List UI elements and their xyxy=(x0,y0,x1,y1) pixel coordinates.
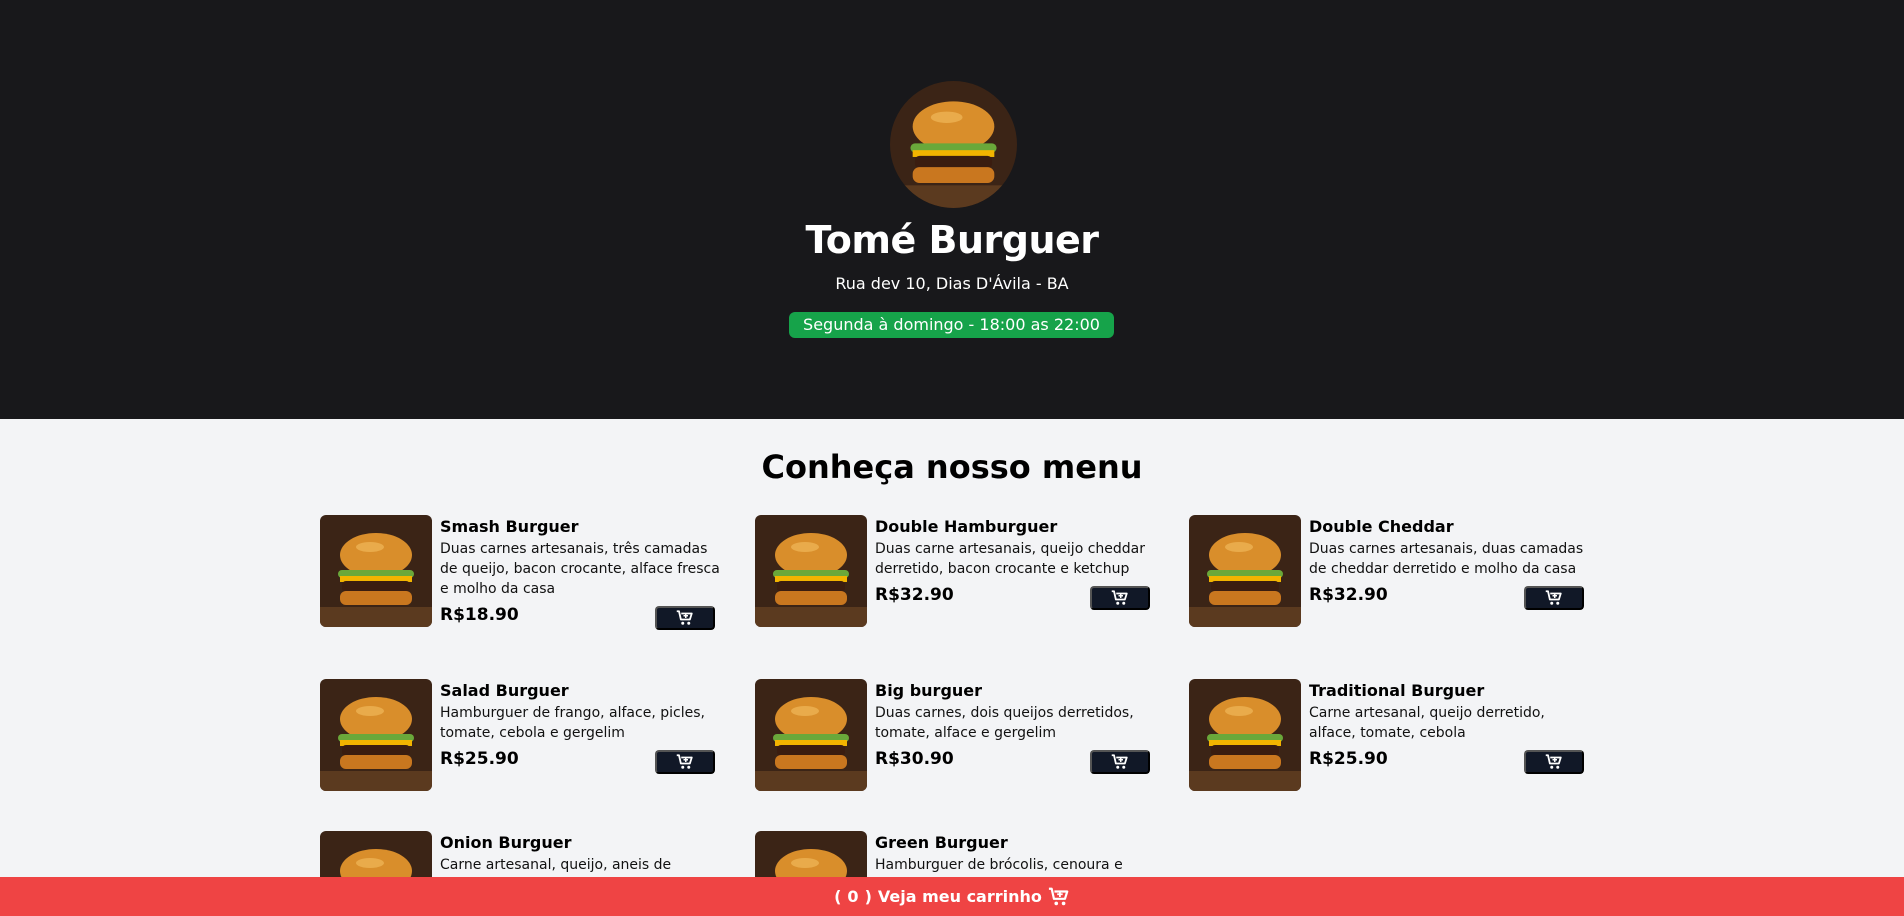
menu-item-price: R$30.90 xyxy=(875,749,954,769)
menu-item-description: Hamburguer de frango, alface, picles, to… xyxy=(440,705,705,741)
menu-item-description: Duas carne artesanais, queijo cheddar de… xyxy=(875,541,1146,577)
cart-footer-button[interactable]: ( 0 ) Veja meu carrinho xyxy=(0,877,1904,916)
burger-logo-image xyxy=(890,81,1017,208)
hero-header: Tomé Burguer Rua dev 10, Dias D'Ávila - … xyxy=(0,0,1904,419)
cart-label: Veja meu carrinho xyxy=(877,887,1042,906)
burger-image xyxy=(1189,515,1301,627)
cart-icon xyxy=(1545,753,1563,771)
menu-item-price: R$18.90 xyxy=(440,605,519,625)
add-to-cart-button[interactable] xyxy=(1524,750,1584,774)
menu-item-price: R$25.90 xyxy=(440,749,519,769)
menu-item-description: Hamburguer de brócolis, cenoura e xyxy=(875,857,1123,873)
add-to-cart-button[interactable] xyxy=(655,750,715,774)
menu-item-price: R$25.90 xyxy=(1309,749,1388,769)
menu-item-name: Onion Burguer xyxy=(440,833,572,852)
menu-item-name: Double Cheddar xyxy=(1309,517,1454,536)
cart-icon xyxy=(1545,589,1563,607)
menu-item-name: Big burguer xyxy=(875,681,983,700)
menu-item-description: Duas carnes artesanais, três camadas de … xyxy=(440,541,720,597)
burger-image xyxy=(755,515,867,627)
add-to-cart-button[interactable] xyxy=(1090,586,1150,610)
cart-count: 0 xyxy=(847,887,859,906)
restaurant-title: Tomé Burguer xyxy=(805,218,1099,262)
add-to-cart-button[interactable] xyxy=(655,606,715,630)
burger-image xyxy=(320,679,432,791)
cart-icon xyxy=(1111,589,1129,607)
menu-item-name: Green Burguer xyxy=(875,833,1008,852)
menu-item-price: R$32.90 xyxy=(875,585,954,605)
menu-item-name: Double Hamburguer xyxy=(875,517,1058,536)
menu-title: Conheça nosso menu xyxy=(761,448,1143,486)
burger-image xyxy=(320,515,432,627)
menu-item-description: Duas carnes, dois queijos derretidos, to… xyxy=(875,705,1134,741)
cart-icon xyxy=(676,609,694,627)
menu-item-name: Smash Burguer xyxy=(440,517,579,536)
menu-item-description: Carne artesanal, queijo derretido, alfac… xyxy=(1309,705,1545,741)
burger-image xyxy=(755,679,867,791)
restaurant-address: Rua dev 10, Dias D'Ávila - BA xyxy=(835,274,1069,293)
add-to-cart-button[interactable] xyxy=(1090,750,1150,774)
add-to-cart-button[interactable] xyxy=(1524,586,1584,610)
menu-item-name: Traditional Burguer xyxy=(1309,681,1485,700)
menu-item-name: Salad Burguer xyxy=(440,681,569,700)
cart-open-paren: ( xyxy=(834,887,842,906)
menu-item-price: R$32.90 xyxy=(1309,585,1388,605)
menu-item-description: Duas carnes artesanais, duas camadas de … xyxy=(1309,541,1584,577)
burger-image xyxy=(1189,679,1301,791)
opening-hours-badge: Segunda à domingo - 18:00 as 22:00 xyxy=(789,312,1114,338)
menu-item-description: Carne artesanal, queijo, aneis de xyxy=(440,857,672,873)
cart-icon xyxy=(1111,753,1129,771)
cart-icon xyxy=(1048,886,1070,908)
cart-icon xyxy=(676,753,694,771)
cart-close-paren: ) xyxy=(864,887,872,906)
